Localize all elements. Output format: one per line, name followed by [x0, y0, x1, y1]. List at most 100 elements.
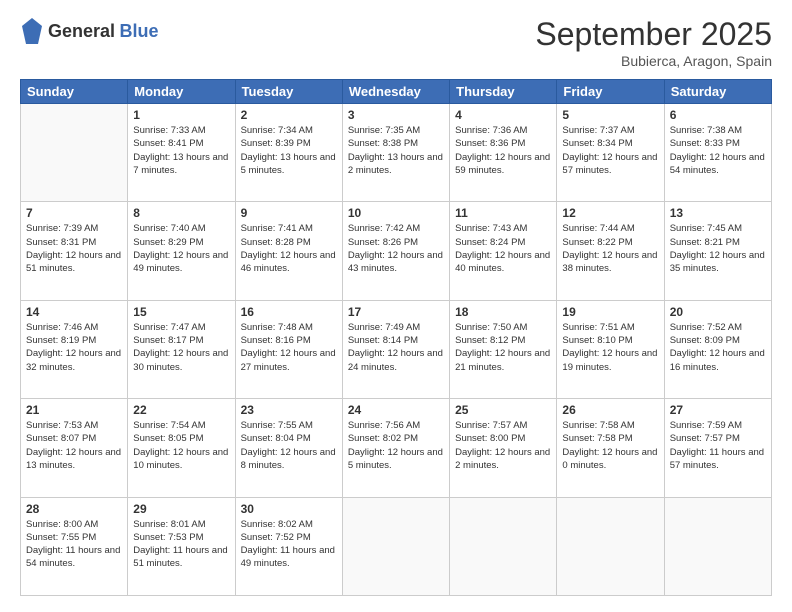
logo: General Blue: [20, 16, 159, 48]
col-sunday: Sunday: [21, 80, 128, 104]
col-saturday: Saturday: [664, 80, 771, 104]
table-row: [664, 497, 771, 595]
day-number: 4: [455, 108, 551, 122]
table-row: 24 Sunrise: 7:56 AM Sunset: 8:02 PM Dayli…: [342, 399, 449, 497]
table-row: 26Sunrise: 7:58 AM Sunset: 7:58 PM Dayli…: [557, 399, 664, 497]
table-row: 4 Sunrise: 7:36 AM Sunset: 8:36 PM Daylig…: [450, 104, 557, 202]
day-number: 6: [670, 108, 766, 122]
day-info: Sunrise: 7:51 AM Sunset: 8:10 PM Dayligh…: [562, 321, 658, 374]
calendar-week-row: 7Sunrise: 7:39 AM Sunset: 8:31 PM Daylig…: [21, 202, 772, 300]
day-number: 19: [562, 305, 658, 319]
day-number: 12: [562, 206, 658, 220]
table-row: 27 Sunrise: 7:59 AM Sunset: 7:57 PM Dayli…: [664, 399, 771, 497]
day-info: Sunrise: 7:43 AM Sunset: 8:24 PM Dayligh…: [455, 222, 551, 275]
calendar-week-row: 1 Sunrise: 7:33 AM Sunset: 8:41 PM Daylig…: [21, 104, 772, 202]
day-number: 1: [133, 108, 229, 122]
day-number: 15: [133, 305, 229, 319]
table-row: 1 Sunrise: 7:33 AM Sunset: 8:41 PM Daylig…: [128, 104, 235, 202]
table-row: 20 Sunrise: 7:52 AM Sunset: 8:09 PM Dayli…: [664, 300, 771, 398]
day-info: Sunrise: 7:47 AM Sunset: 8:17 PM Dayligh…: [133, 321, 229, 374]
day-info: Sunrise: 7:46 AM Sunset: 8:19 PM Dayligh…: [26, 321, 122, 374]
day-number: 28: [26, 502, 122, 516]
day-info: Sunrise: 8:00 AM Sunset: 7:55 PM Dayligh…: [26, 518, 122, 571]
month-title: September 2025: [535, 16, 772, 53]
day-number: 14: [26, 305, 122, 319]
logo-text: General Blue: [48, 22, 159, 42]
table-row: 3Sunrise: 7:35 AM Sunset: 8:38 PM Daylig…: [342, 104, 449, 202]
table-row: 29 Sunrise: 8:01 AM Sunset: 7:53 PM Dayli…: [128, 497, 235, 595]
table-row: 2Sunrise: 7:34 AM Sunset: 8:39 PM Daylig…: [235, 104, 342, 202]
location-subtitle: Bubierca, Aragon, Spain: [535, 53, 772, 69]
day-info: Sunrise: 7:48 AM Sunset: 8:16 PM Dayligh…: [241, 321, 337, 374]
table-row: 21Sunrise: 7:53 AM Sunset: 8:07 PM Dayli…: [21, 399, 128, 497]
day-info: Sunrise: 7:41 AM Sunset: 8:28 PM Dayligh…: [241, 222, 337, 275]
day-info: Sunrise: 7:57 AM Sunset: 8:00 PM Dayligh…: [455, 419, 551, 472]
table-row: [450, 497, 557, 595]
table-row: 23 Sunrise: 7:55 AM Sunset: 8:04 PM Dayli…: [235, 399, 342, 497]
table-row: [342, 497, 449, 595]
day-info: Sunrise: 7:50 AM Sunset: 8:12 PM Dayligh…: [455, 321, 551, 374]
day-number: 22: [133, 403, 229, 417]
table-row: 30 Sunrise: 8:02 AM Sunset: 7:52 PM Dayli…: [235, 497, 342, 595]
day-info: Sunrise: 7:44 AM Sunset: 8:22 PM Dayligh…: [562, 222, 658, 275]
calendar-header-row: Sunday Monday Tuesday Wednesday Thursday…: [21, 80, 772, 104]
table-row: 13Sunrise: 7:45 AM Sunset: 8:21 PM Dayli…: [664, 202, 771, 300]
table-row: 28 Sunrise: 8:00 AM Sunset: 7:55 PM Dayli…: [21, 497, 128, 595]
table-row: 25 Sunrise: 7:57 AM Sunset: 8:00 PM Dayli…: [450, 399, 557, 497]
day-number: 27: [670, 403, 766, 417]
table-row: 8 Sunrise: 7:40 AM Sunset: 8:29 PM Daylig…: [128, 202, 235, 300]
day-number: 29: [133, 502, 229, 516]
day-info: Sunrise: 8:02 AM Sunset: 7:52 PM Dayligh…: [241, 518, 337, 571]
table-row: 12 Sunrise: 7:44 AM Sunset: 8:22 PM Dayli…: [557, 202, 664, 300]
day-info: Sunrise: 7:59 AM Sunset: 7:57 PM Dayligh…: [670, 419, 766, 472]
day-number: 8: [133, 206, 229, 220]
day-number: 10: [348, 206, 444, 220]
table-row: 22 Sunrise: 7:54 AM Sunset: 8:05 PM Dayli…: [128, 399, 235, 497]
col-tuesday: Tuesday: [235, 80, 342, 104]
day-number: 20: [670, 305, 766, 319]
day-number: 16: [241, 305, 337, 319]
table-row: 16 Sunrise: 7:48 AM Sunset: 8:16 PM Dayli…: [235, 300, 342, 398]
col-monday: Monday: [128, 80, 235, 104]
day-info: Sunrise: 8:01 AM Sunset: 7:53 PM Dayligh…: [133, 518, 229, 571]
day-info: Sunrise: 7:55 AM Sunset: 8:04 PM Dayligh…: [241, 419, 337, 472]
day-info: Sunrise: 7:37 AM Sunset: 8:34 PM Dayligh…: [562, 124, 658, 177]
day-number: 26: [562, 403, 658, 417]
day-number: 11: [455, 206, 551, 220]
day-number: 7: [26, 206, 122, 220]
table-row: 6 Sunrise: 7:38 AM Sunset: 8:33 PM Daylig…: [664, 104, 771, 202]
day-info: Sunrise: 7:36 AM Sunset: 8:36 PM Dayligh…: [455, 124, 551, 177]
day-number: 23: [241, 403, 337, 417]
table-row: 7Sunrise: 7:39 AM Sunset: 8:31 PM Daylig…: [21, 202, 128, 300]
day-number: 18: [455, 305, 551, 319]
day-info: Sunrise: 7:33 AM Sunset: 8:41 PM Dayligh…: [133, 124, 229, 177]
day-info: Sunrise: 7:42 AM Sunset: 8:26 PM Dayligh…: [348, 222, 444, 275]
col-friday: Friday: [557, 80, 664, 104]
day-info: Sunrise: 7:49 AM Sunset: 8:14 PM Dayligh…: [348, 321, 444, 374]
day-info: Sunrise: 7:52 AM Sunset: 8:09 PM Dayligh…: [670, 321, 766, 374]
day-number: 30: [241, 502, 337, 516]
day-info: Sunrise: 7:38 AM Sunset: 8:33 PM Dayligh…: [670, 124, 766, 177]
day-info: Sunrise: 7:45 AM Sunset: 8:21 PM Dayligh…: [670, 222, 766, 275]
day-number: 21: [26, 403, 122, 417]
day-info: Sunrise: 7:34 AM Sunset: 8:39 PM Dayligh…: [241, 124, 337, 177]
day-info: Sunrise: 7:40 AM Sunset: 8:29 PM Dayligh…: [133, 222, 229, 275]
day-number: 25: [455, 403, 551, 417]
day-info: Sunrise: 7:35 AM Sunset: 8:38 PM Dayligh…: [348, 124, 444, 177]
table-row: 5Sunrise: 7:37 AM Sunset: 8:34 PM Daylig…: [557, 104, 664, 202]
calendar-week-row: 21Sunrise: 7:53 AM Sunset: 8:07 PM Dayli…: [21, 399, 772, 497]
day-number: 24: [348, 403, 444, 417]
table-row: 17 Sunrise: 7:49 AM Sunset: 8:14 PM Dayli…: [342, 300, 449, 398]
table-row: [557, 497, 664, 595]
day-info: Sunrise: 7:54 AM Sunset: 8:05 PM Dayligh…: [133, 419, 229, 472]
day-number: 17: [348, 305, 444, 319]
calendar-table: Sunday Monday Tuesday Wednesday Thursday…: [20, 79, 772, 596]
day-info: Sunrise: 7:56 AM Sunset: 8:02 PM Dayligh…: [348, 419, 444, 472]
table-row: 14 Sunrise: 7:46 AM Sunset: 8:19 PM Dayli…: [21, 300, 128, 398]
table-row: 15 Sunrise: 7:47 AM Sunset: 8:17 PM Dayli…: [128, 300, 235, 398]
table-row: 11 Sunrise: 7:43 AM Sunset: 8:24 PM Dayli…: [450, 202, 557, 300]
table-row: [21, 104, 128, 202]
title-block: September 2025 Bubierca, Aragon, Spain: [535, 16, 772, 69]
page: General Blue September 2025 Bubierca, Ar…: [0, 0, 792, 612]
table-row: 18 Sunrise: 7:50 AM Sunset: 8:12 PM Dayli…: [450, 300, 557, 398]
